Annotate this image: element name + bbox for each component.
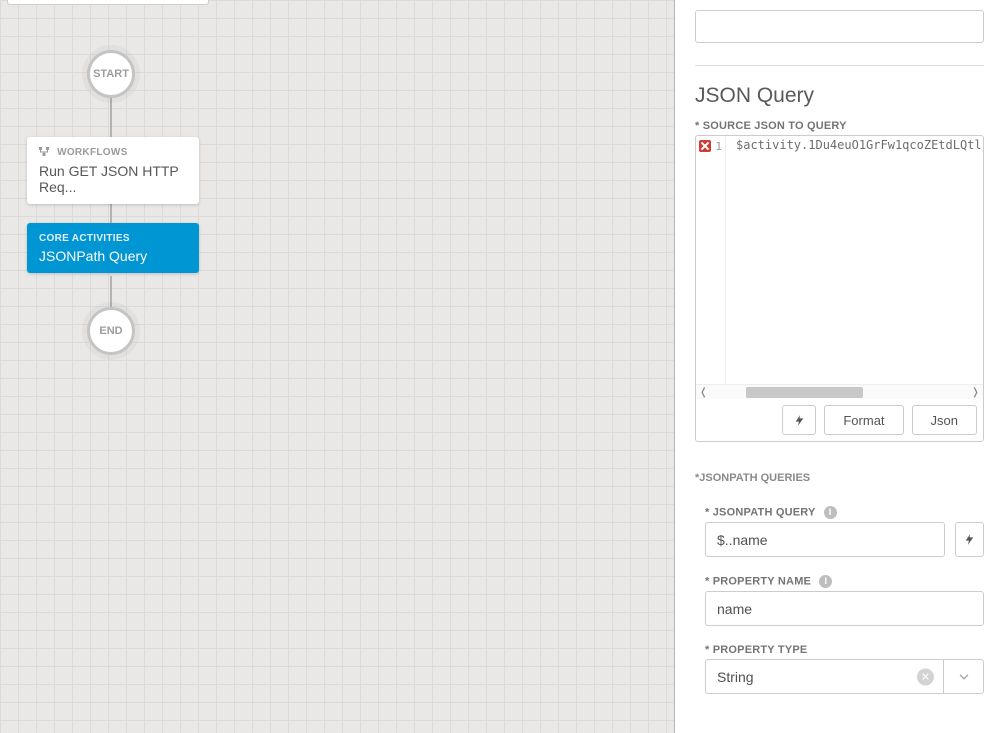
property-name-row: * PROPERTY NAME i xyxy=(705,575,984,626)
clear-icon[interactable]: ✕ xyxy=(917,668,934,685)
section-title: JSON Query xyxy=(695,84,984,108)
toolbar-collapsed[interactable] xyxy=(7,0,209,5)
info-icon[interactable]: i xyxy=(819,575,832,588)
horizontal-scrollbar[interactable]: ❬ ❭ xyxy=(696,384,983,399)
connector-lines xyxy=(0,0,674,733)
source-json-label: * SOURCE JSON TO QUERY xyxy=(695,120,984,132)
workflow-canvas[interactable]: START WORKFLOWS Run GET JSON HTTP Req...… xyxy=(0,0,674,733)
app-layout: START WORKFLOWS Run GET JSON HTTP Req...… xyxy=(0,0,999,733)
display-name-input[interactable] xyxy=(695,10,984,43)
jsonpath-query-input[interactable] xyxy=(705,522,945,557)
end-node[interactable]: END xyxy=(87,307,135,355)
code-gutter: 1 xyxy=(696,136,726,384)
jsonpath-query-row: * JSONPATH QUERY i xyxy=(705,506,984,557)
jsonpath-variable-button[interactable] xyxy=(955,522,984,557)
variable-picker-button[interactable] xyxy=(782,405,816,435)
info-icon[interactable]: i xyxy=(824,506,837,519)
activity-card-jsonpath-query[interactable]: CORE ACTIVITIES JSONPath Query xyxy=(27,223,199,273)
property-name-label: * PROPERTY NAME xyxy=(705,575,811,587)
code-text[interactable]: $activity.1Du4euO1GrFw1qcoZEtdLQtljBc.ou… xyxy=(726,136,983,384)
start-node[interactable]: START xyxy=(87,50,135,98)
card1-name: Run GET JSON HTTP Req... xyxy=(39,163,187,195)
end-label: END xyxy=(99,325,122,337)
card2-name: JSONPath Query xyxy=(39,248,187,264)
property-name-input[interactable] xyxy=(705,591,984,626)
card1-category: WORKFLOWS xyxy=(57,147,127,158)
lightning-icon xyxy=(793,414,806,427)
scroll-left-icon[interactable]: ❬ xyxy=(696,385,711,400)
property-type-dropdown-toggle[interactable] xyxy=(944,659,984,694)
scroll-thumb[interactable] xyxy=(746,387,863,398)
json-button[interactable]: Json xyxy=(912,405,977,435)
jsonpath-query-label: * JSONPATH QUERY xyxy=(705,506,815,518)
jsonpath-queries-label: *JSONPATH QUERIES xyxy=(695,472,984,484)
format-button[interactable]: Format xyxy=(824,405,903,435)
properties-panel: JSON Query * SOURCE JSON TO QUERY 1 $act… xyxy=(674,0,999,733)
source-json-editor[interactable]: 1 $activity.1Du4euO1GrFw1qcoZEtdLQtljBc.… xyxy=(695,135,984,442)
card2-category: CORE ACTIVITIES xyxy=(39,233,187,244)
workflow-card-run-get-json[interactable]: WORKFLOWS Run GET JSON HTTP Req... xyxy=(27,137,199,204)
scroll-right-icon[interactable]: ❭ xyxy=(968,385,983,400)
lightning-icon xyxy=(963,533,976,546)
property-type-select[interactable] xyxy=(705,659,944,694)
chevron-down-icon xyxy=(957,670,971,684)
line-number-1: 1 xyxy=(715,140,722,153)
workflow-icon xyxy=(39,147,49,159)
divider xyxy=(695,65,984,66)
start-label: START xyxy=(93,68,129,80)
property-type-row: * PROPERTY TYPE ✕ xyxy=(705,644,984,694)
error-marker-icon[interactable] xyxy=(699,140,711,152)
property-type-label: * PROPERTY TYPE xyxy=(705,644,984,656)
